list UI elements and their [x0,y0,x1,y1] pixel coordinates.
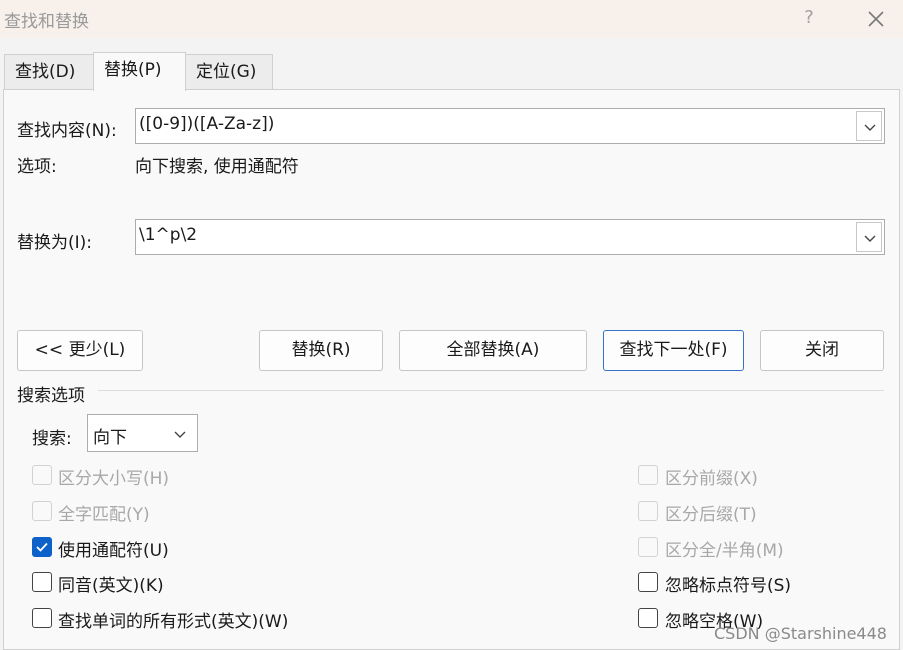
chevron-down-icon [864,235,876,242]
less-button[interactable]: << 更少(L) [17,330,143,371]
help-button[interactable]: ? [795,3,823,33]
window-title: 查找和替换 [4,12,89,32]
title-bar: 查找和替换 ? [0,0,903,38]
group-divider [98,390,884,391]
match-prefix-label: 区分前缀(X) [665,469,758,489]
search-options-group-label: 搜索选项 [17,386,85,406]
replace-all-button[interactable]: 全部替换(A) [399,330,587,371]
ignore-whitespace-checkbox[interactable] [638,608,658,628]
replace-dropdown-button[interactable] [856,222,882,252]
ignore-punctuation-label: 忽略标点符号(S) [665,576,792,596]
tab-find[interactable]: 查找(D) [4,54,94,90]
close-icon[interactable] [862,5,890,33]
chevron-down-icon [864,124,876,131]
whole-word-label: 全字匹配(Y) [58,505,150,525]
watermark: CSDN @Starshine448 [714,624,887,643]
replace-button[interactable]: 替换(R) [259,330,383,371]
sounds-like-checkbox[interactable] [32,572,52,592]
find-next-button[interactable]: 查找下一处(F) [603,330,744,371]
replace-label: 替换为(I): [17,233,93,253]
use-wildcards-checkbox[interactable] [32,537,52,557]
ignore-punctuation-checkbox[interactable] [638,572,658,592]
chevron-down-icon [174,431,186,438]
replace-value: \1^p\2 [139,225,198,245]
match-width-label: 区分全/半角(M) [665,541,784,561]
match-suffix-checkbox[interactable] [638,501,658,521]
find-label: 查找内容(N): [17,121,117,141]
direction-select[interactable]: 向下 [87,414,198,452]
replace-input[interactable]: \1^p\2 [135,219,885,255]
match-suffix-label: 区分后缀(T) [665,505,757,525]
match-case-checkbox[interactable] [32,465,52,485]
match-prefix-checkbox[interactable] [638,465,658,485]
options-value: 向下搜索, 使用通配符 [135,157,299,177]
whole-word-checkbox[interactable] [32,501,52,521]
direction-dropdown-button[interactable] [167,417,193,449]
match-case-label: 区分大小写(H) [58,469,170,489]
tab-goto[interactable]: 定位(G) [185,54,273,90]
find-value: ([0-9])([A-Za-z]) [139,114,275,134]
use-wildcards-label: 使用通配符(U) [58,541,169,561]
options-label: 选项: [17,157,57,177]
checkmark-icon [36,542,48,552]
tab-replace[interactable]: 替换(P) [93,52,186,91]
sounds-like-label: 同音(英文)(K) [58,576,164,596]
all-word-forms-checkbox[interactable] [32,608,52,628]
direction-value: 向下 [93,428,127,448]
find-dropdown-button[interactable] [856,111,882,141]
tab-bar: 查找(D) 替换(P) 定位(G) [0,52,903,91]
close-button[interactable]: 关闭 [760,330,884,371]
match-width-checkbox[interactable] [638,537,658,557]
direction-label: 搜索: [32,429,72,449]
find-input[interactable]: ([0-9])([A-Za-z]) [135,108,885,144]
all-word-forms-label: 查找单词的所有形式(英文)(W) [58,612,289,632]
